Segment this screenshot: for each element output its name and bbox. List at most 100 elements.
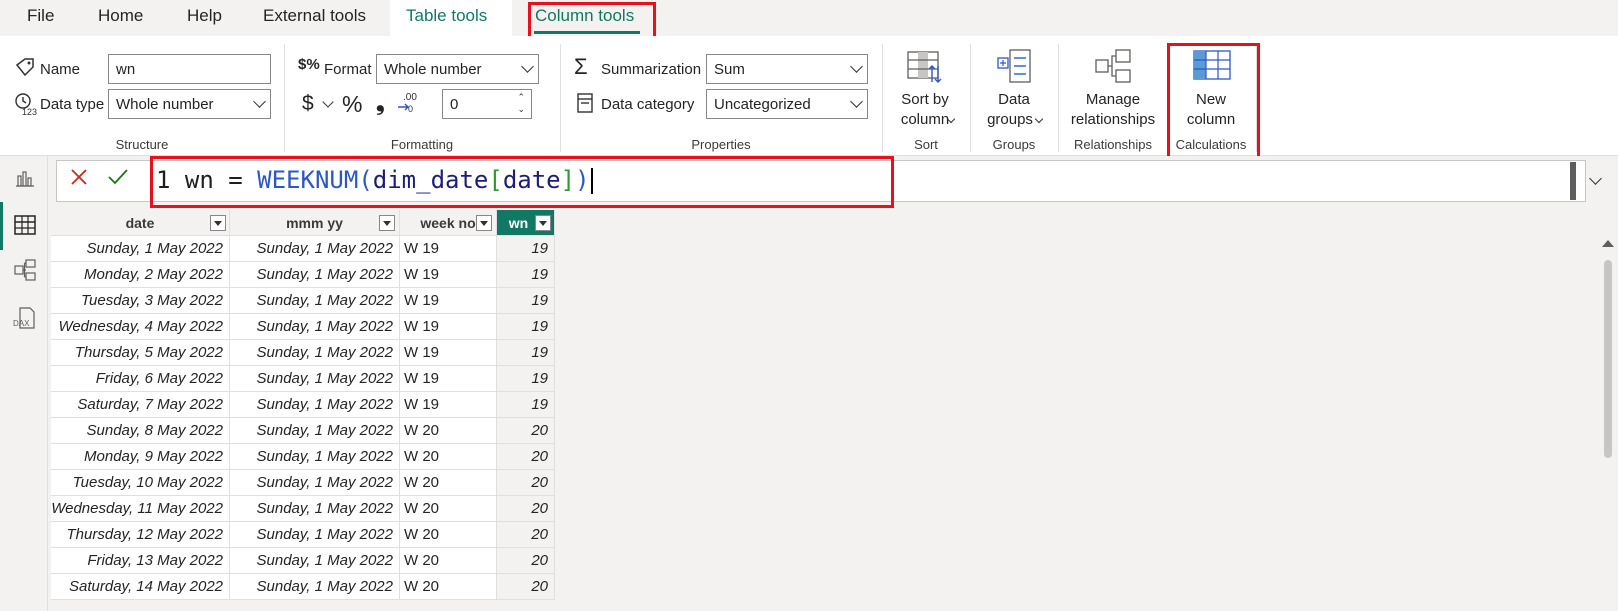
cell-date[interactable]: Sunday, 8 May 2022	[51, 418, 230, 444]
column-header-mmm-yy[interactable]: mmm yy	[230, 210, 400, 236]
cell-week-no[interactable]: W 20	[400, 574, 497, 600]
filter-dropdown-icon[interactable]	[210, 215, 226, 231]
table-view-icon[interactable]	[13, 214, 37, 236]
cancel-formula-icon[interactable]	[68, 166, 90, 188]
format-select[interactable]: Whole number	[376, 54, 539, 84]
cell-wn[interactable]: 20	[497, 496, 555, 522]
cell-mmm-yy[interactable]: Sunday, 1 May 2022	[230, 470, 400, 496]
cell-week-no[interactable]: W 20	[400, 470, 497, 496]
comma-button[interactable]: ❟	[376, 90, 385, 116]
cell-wn[interactable]: 20	[497, 522, 555, 548]
cell-mmm-yy[interactable]: Sunday, 1 May 2022	[230, 496, 400, 522]
cell-mmm-yy[interactable]: Sunday, 1 May 2022	[230, 392, 400, 418]
cell-date[interactable]: Saturday, 14 May 2022	[51, 574, 230, 600]
cell-mmm-yy[interactable]: Sunday, 1 May 2022	[230, 574, 400, 600]
column-header-wn[interactable]: wn	[497, 210, 555, 236]
cell-week-no[interactable]: W 20	[400, 548, 497, 574]
cell-mmm-yy[interactable]: Sunday, 1 May 2022	[230, 548, 400, 574]
cell-wn[interactable]: 20	[497, 548, 555, 574]
cell-wn[interactable]: 19	[497, 340, 555, 366]
cell-week-no[interactable]: W 19	[400, 236, 497, 262]
menu-home[interactable]: Home	[98, 6, 143, 26]
cell-week-no[interactable]: W 19	[400, 262, 497, 288]
menu-table-tools[interactable]: Table tools	[406, 6, 487, 26]
cell-mmm-yy[interactable]: Sunday, 1 May 2022	[230, 418, 400, 444]
currency-button[interactable]: $	[302, 92, 314, 116]
filter-dropdown-icon[interactable]	[535, 215, 551, 231]
cell-wn[interactable]: 20	[497, 470, 555, 496]
cell-mmm-yy[interactable]: Sunday, 1 May 2022	[230, 340, 400, 366]
cell-mmm-yy[interactable]: Sunday, 1 May 2022	[230, 262, 400, 288]
cell-mmm-yy[interactable]: Sunday, 1 May 2022	[230, 314, 400, 340]
cell-mmm-yy[interactable]: Sunday, 1 May 2022	[230, 366, 400, 392]
cell-week-no[interactable]: W 20	[400, 418, 497, 444]
cell-week-no[interactable]: W 19	[400, 392, 497, 418]
cell-wn[interactable]: 19	[497, 366, 555, 392]
filter-dropdown-icon[interactable]	[476, 215, 492, 231]
data-category-label: Data category	[601, 96, 695, 113]
column-header-date[interactable]: date	[51, 210, 230, 236]
cell-date[interactable]: Sunday, 1 May 2022	[51, 236, 230, 262]
model-view-icon[interactable]	[13, 258, 37, 282]
cell-wn[interactable]: 19	[497, 392, 555, 418]
cell-wn[interactable]: 19	[497, 314, 555, 340]
ribbon: Name wn 123 Data type Whole number Struc…	[0, 36, 1618, 156]
cell-week-no[interactable]: W 19	[400, 314, 497, 340]
cell-mmm-yy[interactable]: Sunday, 1 May 2022	[230, 236, 400, 262]
manage-relationships-icon	[1095, 49, 1131, 83]
cell-week-no[interactable]: W 20	[400, 496, 497, 522]
name-input[interactable]: wn	[108, 54, 271, 84]
cell-wn[interactable]: 20	[497, 444, 555, 470]
formula-scroll-handle[interactable]	[1570, 162, 1576, 200]
summarization-select[interactable]: Sum	[706, 54, 868, 84]
cell-date[interactable]: Wednesday, 4 May 2022	[51, 314, 230, 340]
commit-formula-icon[interactable]	[106, 166, 130, 188]
spin-down-icon[interactable]: ⌄	[517, 105, 525, 114]
scrollbar-thumb[interactable]	[1604, 260, 1612, 458]
data-type-value: Whole number	[116, 96, 214, 113]
column-header-week-no[interactable]: week no	[400, 210, 497, 236]
scroll-up-icon[interactable]	[1602, 240, 1614, 247]
cell-date[interactable]: Monday, 9 May 2022	[51, 444, 230, 470]
cell-date[interactable]: Thursday, 12 May 2022	[51, 522, 230, 548]
cell-wn[interactable]: 20	[497, 574, 555, 600]
cell-week-no[interactable]: W 19	[400, 288, 497, 314]
cell-wn[interactable]: 19	[497, 288, 555, 314]
vertical-scrollbar[interactable]	[1600, 236, 1614, 611]
percent-button[interactable]: %	[342, 91, 362, 118]
cell-date[interactable]: Tuesday, 3 May 2022	[51, 288, 230, 314]
data-category-select[interactable]: Uncategorized	[706, 89, 868, 119]
decimal-places-icon[interactable]: .00 0	[396, 90, 418, 114]
cell-week-no[interactable]: W 20	[400, 444, 497, 470]
chevron-down-icon	[850, 95, 863, 108]
data-type-select[interactable]: Whole number	[108, 89, 271, 119]
report-view-icon[interactable]	[14, 168, 36, 188]
cell-date[interactable]: Friday, 6 May 2022	[51, 366, 230, 392]
format-value: Whole number	[384, 61, 482, 78]
chevron-down-icon[interactable]	[322, 96, 334, 108]
dax-query-view-icon[interactable]: DAX	[12, 306, 38, 332]
cell-date[interactable]: Tuesday, 10 May 2022	[51, 470, 230, 496]
cell-date[interactable]: Friday, 13 May 2022	[51, 548, 230, 574]
decimal-places-input[interactable]: 0 ⌃ ⌄	[442, 89, 532, 119]
cell-wn[interactable]: 19	[497, 262, 555, 288]
manage-relationships-label-1: Manage	[1085, 91, 1141, 108]
cell-mmm-yy[interactable]: Sunday, 1 May 2022	[230, 288, 400, 314]
menu-file[interactable]: File	[27, 6, 54, 26]
cell-wn[interactable]: 19	[497, 236, 555, 262]
cell-week-no[interactable]: W 20	[400, 522, 497, 548]
cell-week-no[interactable]: W 19	[400, 366, 497, 392]
filter-dropdown-icon[interactable]	[379, 215, 395, 231]
svg-text:123: 123	[22, 107, 37, 116]
cell-wn[interactable]: 20	[497, 418, 555, 444]
cell-date[interactable]: Wednesday, 11 May 2022	[51, 496, 230, 522]
cell-mmm-yy[interactable]: Sunday, 1 May 2022	[230, 522, 400, 548]
menu-help[interactable]: Help	[187, 6, 222, 26]
cell-mmm-yy[interactable]: Sunday, 1 May 2022	[230, 444, 400, 470]
cell-date[interactable]: Thursday, 5 May 2022	[51, 340, 230, 366]
cell-date[interactable]: Monday, 2 May 2022	[51, 262, 230, 288]
spin-up-icon[interactable]: ⌃	[517, 93, 525, 102]
menu-external-tools[interactable]: External tools	[263, 6, 366, 26]
cell-date[interactable]: Saturday, 7 May 2022	[51, 392, 230, 418]
cell-week-no[interactable]: W 19	[400, 340, 497, 366]
